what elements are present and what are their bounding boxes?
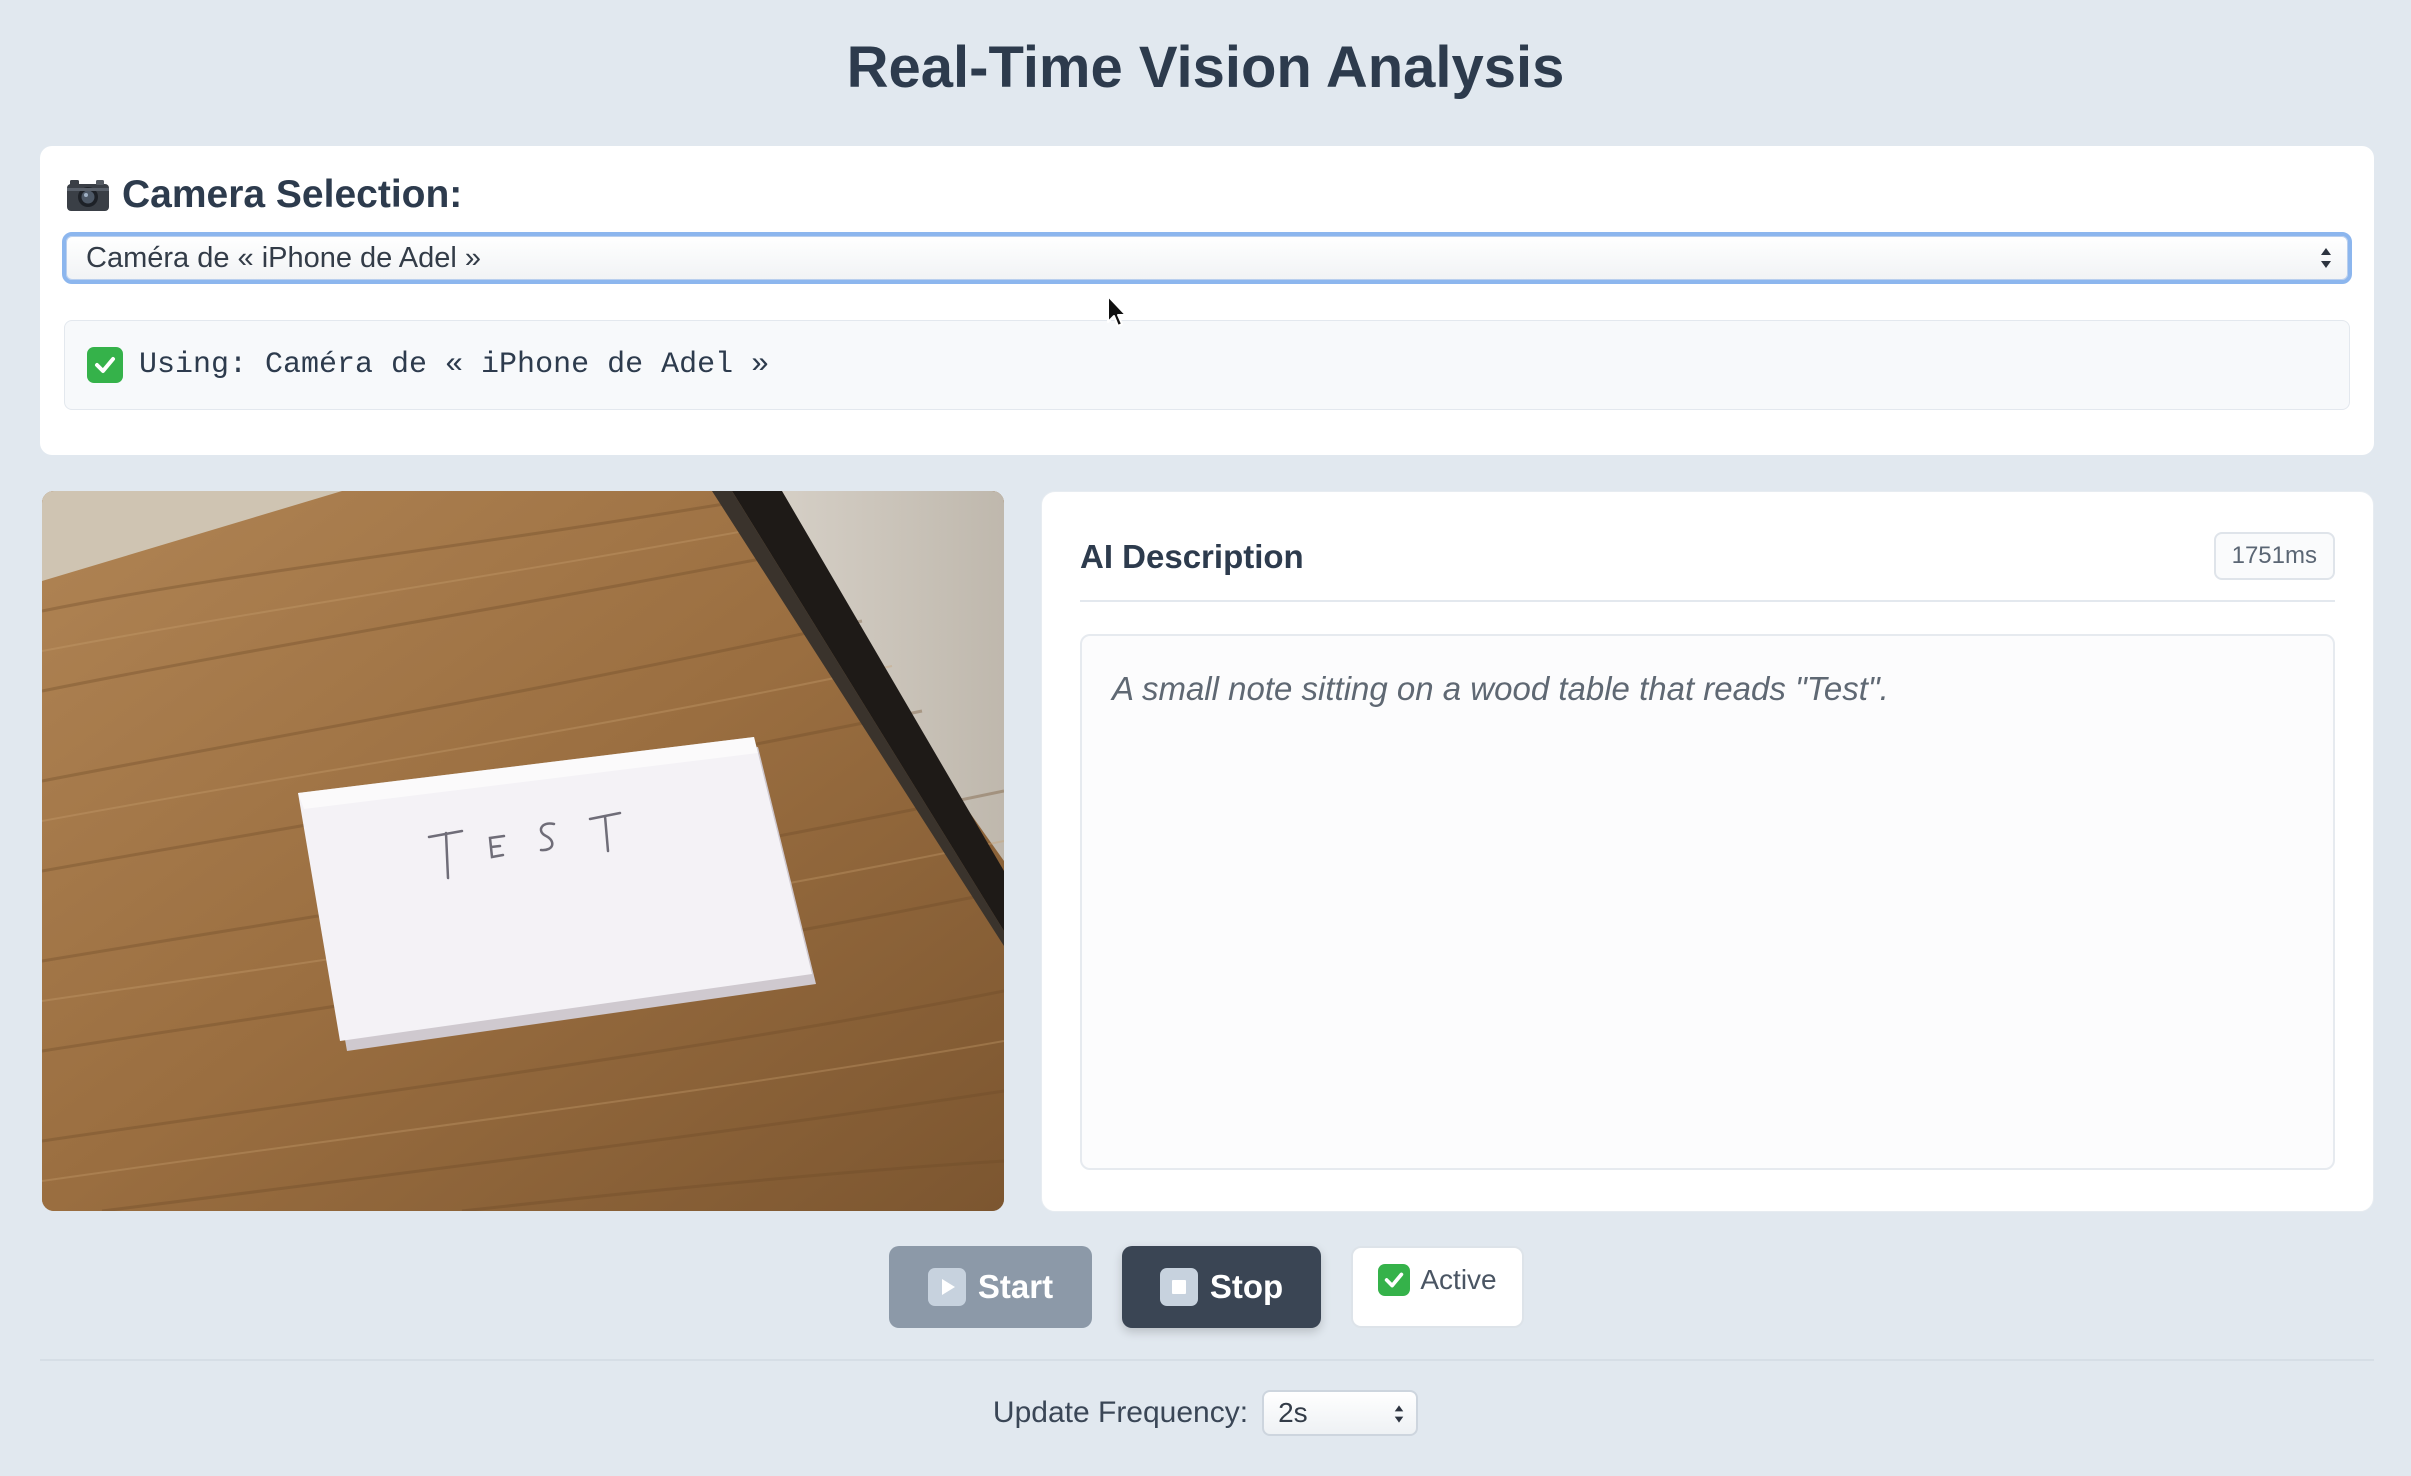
camera-status: Using: Caméra de « iPhone de Adel »: [64, 320, 2350, 410]
status-active-badge: Active: [1351, 1246, 1524, 1328]
check-icon: [87, 347, 123, 383]
update-frequency-value: 2s: [1278, 1397, 1308, 1428]
ai-description-text: A small note sitting on a wood table tha…: [1080, 634, 2335, 1170]
camera-select-value: Caméra de « iPhone de Adel »: [86, 241, 481, 274]
description-divider: [1080, 600, 2335, 602]
start-button[interactable]: Start: [889, 1246, 1092, 1328]
camera-select[interactable]: Caméra de « iPhone de Adel »: [62, 232, 2352, 284]
mouse-cursor: [1106, 294, 1128, 330]
ai-description-title: AI Description: [1080, 538, 1304, 575]
camera-selection-card: Camera Selection: Caméra de « iPhone de …: [40, 146, 2374, 455]
start-button-label: Start: [977, 1268, 1054, 1305]
latency-badge: 1751ms: [2213, 532, 2335, 580]
stop-button-label: Stop: [1209, 1268, 1284, 1305]
update-frequency-row: Update Frequency: 2s: [0, 1390, 2411, 1436]
camera-status-text: Using: Caméra de « iPhone de Adel »: [139, 348, 770, 382]
camera-video-feed: [42, 491, 1004, 1211]
ai-description-card: AI Description 1751ms A small note sitti…: [1041, 491, 2374, 1212]
camera-icon: [66, 178, 110, 212]
update-frequency-select[interactable]: 2s: [1262, 1390, 1419, 1436]
stop-button[interactable]: Stop: [1122, 1246, 1321, 1328]
camera-selection-heading: Camera Selection:: [66, 172, 462, 218]
select-arrows-icon: [1392, 1401, 1406, 1425]
update-frequency-label: Update Frequency:: [992, 1396, 1249, 1429]
stop-icon: [1159, 1268, 1198, 1306]
status-active-label: Active: [1420, 1264, 1497, 1295]
footer-divider: [40, 1359, 2374, 1361]
camera-selection-label: Camera Selection:: [122, 173, 463, 216]
play-icon: [927, 1268, 966, 1306]
select-arrows-icon: [2318, 244, 2334, 272]
page-title: Real-Time Vision Analysis: [846, 35, 1565, 100]
check-icon: [1378, 1264, 1411, 1296]
